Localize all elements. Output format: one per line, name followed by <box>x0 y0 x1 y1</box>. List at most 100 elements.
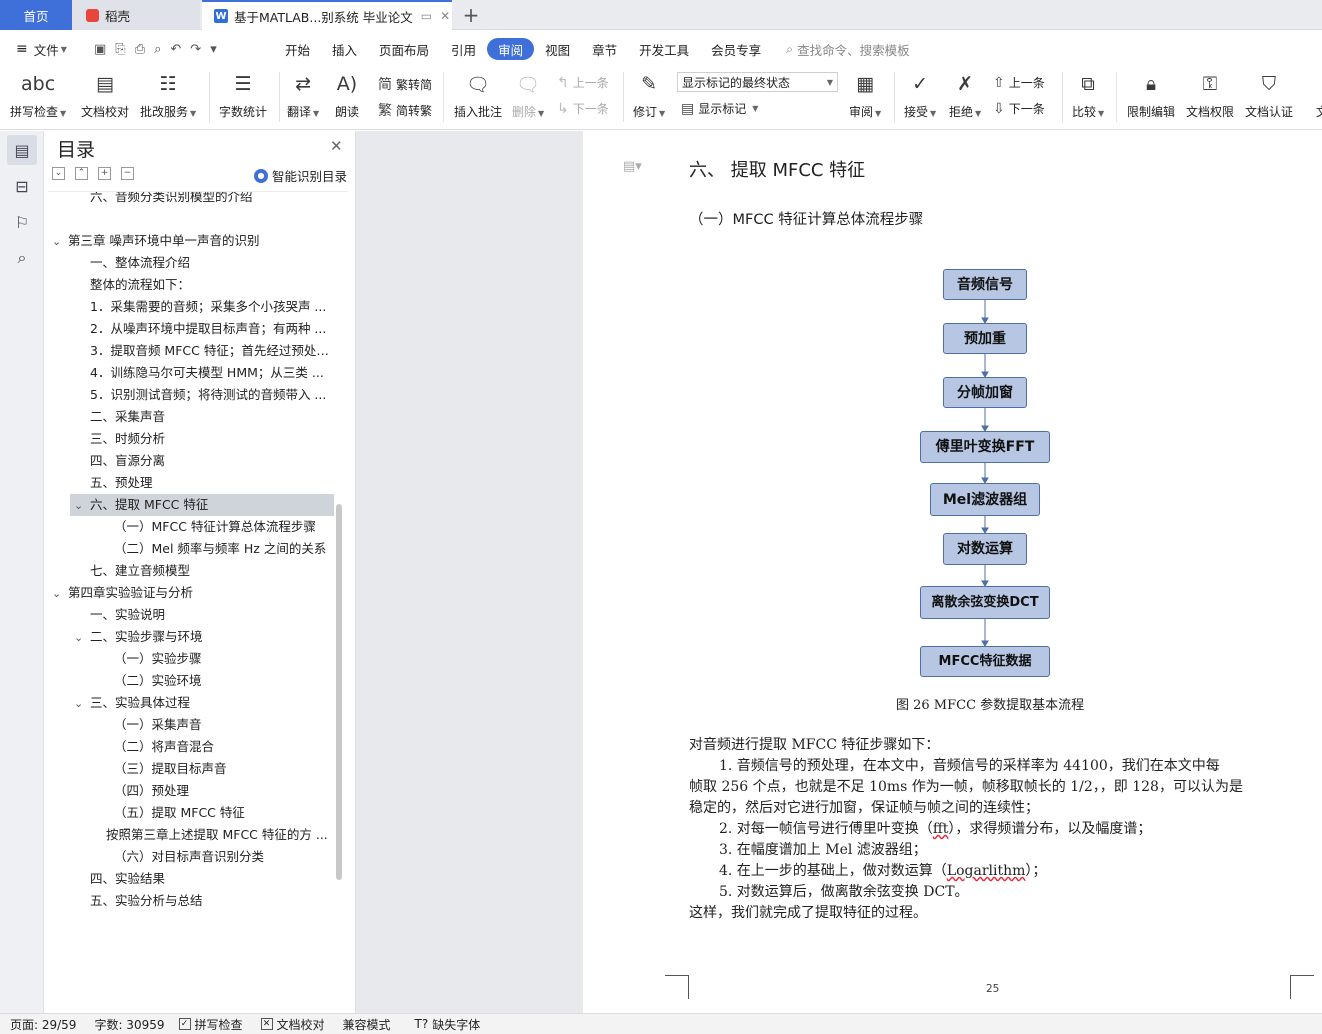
toc-item[interactable]: 2．从噪声环境中提取目标声音；有两种 ... <box>48 318 334 340</box>
menu-layout[interactable]: 页面布局 <box>368 38 440 60</box>
toc-item[interactable]: 3．提取音频 MFCC 特征；首先经过预处 ... <box>48 340 334 362</box>
menu-developer[interactable]: 开发工具 <box>628 38 700 60</box>
menu-section[interactable]: 章节 <box>581 38 628 60</box>
tab-document[interactable]: W 基于MATLAB...别系统 毕业论文 ▭ ✕ <box>202 0 452 30</box>
status-spell-check[interactable]: ✓ 拼写检查 <box>165 1016 243 1033</box>
toc-item[interactable]: ⌄ 第四章实验验证与分析 <box>48 582 334 604</box>
print-preview-icon[interactable]: ⌕ <box>154 42 161 57</box>
undo-icon[interactable]: ↶ <box>170 42 181 57</box>
search-icon[interactable]: ⌕ <box>7 243 37 273</box>
remove-heading-icon[interactable]: − <box>121 167 134 180</box>
trad-to-simp-button[interactable]: 简繁转简 <box>378 74 432 94</box>
toc-item[interactable]: 三、时频分析 <box>48 428 334 450</box>
toc-item[interactable]: （一）采集声音 <box>48 714 334 736</box>
delete-comment-button[interactable]: 🗨 删除 ▼ <box>512 70 544 120</box>
bookmark-icon[interactable]: ⚐ <box>7 207 37 237</box>
toc-item[interactable]: 1．采集需要的音频；采集多个小孩哭声 ... <box>48 296 334 318</box>
toc-item[interactable]: 5．识别测试音频；将待测试的音频带入 ... <box>48 384 334 406</box>
toc-item[interactable]: 一、整体流程介绍 <box>48 252 334 274</box>
toc-item[interactable]: （五）提取 MFCC 特征 <box>48 802 334 824</box>
expand-all-icon[interactable]: ⌄ <box>52 167 65 180</box>
toc-item[interactable]: 六、音频分类识别模型的介绍 <box>48 192 334 208</box>
paragraph-menu-icon[interactable]: ▤▾ <box>623 159 642 174</box>
prev-change-button[interactable]: ⇧ 上一条 <box>993 74 1045 91</box>
show-markup-button[interactable]: ▤ 显示标记 ▼ <box>681 100 758 117</box>
toc-item[interactable]: （一）实验步骤 <box>48 648 334 670</box>
tab-daoke[interactable]: 稻壳 <box>72 0 200 30</box>
toc-item[interactable]: ⌄ 二、实验步骤与环境 <box>48 626 334 648</box>
chapter-nav-icon[interactable]: ⊟ <box>7 171 37 201</box>
next-comment-button[interactable]: ↳ 下一条 <box>557 100 609 117</box>
menu-review[interactable]: 审阅 <box>487 38 535 60</box>
menu-member[interactable]: 会员专享 <box>700 38 772 60</box>
toc-item[interactable]: （三）提取目标声音 <box>48 758 334 780</box>
accept-button[interactable]: ✓ 接受 ▼ <box>904 70 936 120</box>
toc-item[interactable]: ⌄ 六、提取 MFCC 特征 <box>70 494 334 516</box>
simp-to-trad-button[interactable]: 繁简转繁 <box>378 100 432 120</box>
toc-item[interactable]: 二、采集声音 <box>48 406 334 428</box>
compare-button[interactable]: ⧉ 比较 ▼ <box>1072 70 1104 120</box>
toc-item[interactable]: 整体的流程如下： <box>48 274 334 296</box>
doc-permission-button[interactable]: ⚿ 文档权限 <box>1186 70 1234 120</box>
spell-check-button[interactable]: abc 拼写检查 ▼ <box>10 70 66 120</box>
chevron-down-icon[interactable]: ⌄ <box>74 627 90 648</box>
export-icon[interactable]: ⎘ <box>115 42 125 57</box>
menu-insert[interactable]: 插入 <box>321 38 368 60</box>
tab-home[interactable]: 首页 <box>0 0 72 30</box>
review-pane-button[interactable]: ▦ 审阅 ▼ <box>849 70 881 120</box>
add-heading-icon[interactable]: + <box>98 167 111 180</box>
toc-item[interactable]: 4．训练隐马尔可夫模型 HMM；从三类 ... <box>48 362 334 384</box>
doc-proof-button[interactable]: ▤ 文档校对 <box>81 70 129 120</box>
toc-item[interactable]: （六）对目标声音识别分类 <box>48 846 334 868</box>
batch-service-button[interactable]: ☷ 批改服务 ▼ <box>140 70 196 120</box>
toc-item[interactable]: 七、建立音频模型 <box>48 560 334 582</box>
toc-scrollbar[interactable] <box>336 504 342 880</box>
revise-button[interactable]: ✎ 修订 ▼ <box>633 70 665 120</box>
toc-item[interactable]: （二）将声音混合 <box>48 736 334 758</box>
toc-item[interactable]: 一、实验说明 <box>48 604 334 626</box>
chevron-down-icon[interactable]: ⌄ <box>74 495 90 516</box>
file-menu[interactable]: ≡ 文件 ▼ <box>0 40 88 59</box>
window-icon[interactable]: ▭ <box>421 9 432 23</box>
word-count-button[interactable]: ☰ 字数统计 <box>219 70 267 120</box>
redo-icon[interactable]: ↷ <box>190 42 201 57</box>
menu-view[interactable]: 视图 <box>534 38 581 60</box>
print-icon[interactable]: ⎙ <box>135 42 145 57</box>
status-doc-proof[interactable]: ✕ 文档校对 <box>243 1016 325 1033</box>
toc-item[interactable]: 五、预处理 <box>48 472 334 494</box>
close-tab-icon[interactable]: ✕ <box>440 9 450 23</box>
page-indicator[interactable]: 页面: 29/59 <box>0 1016 76 1033</box>
chevron-down-icon[interactable]: ⌄ <box>52 583 68 604</box>
toc-item[interactable]: ⌄ 第三章 噪声环境中单一声音的识别 <box>48 230 334 252</box>
close-icon[interactable]: ✕ <box>330 137 343 155</box>
toc-item[interactable]: （二）实验环境 <box>48 670 334 692</box>
toc-item[interactable]: 按照第三章上述提取 MFCC 特征的方 ... <box>48 824 334 846</box>
translate-button[interactable]: ⇄ 翻译 ▼ <box>287 70 319 120</box>
document-page[interactable]: ▤▾ 六、 提取 MFCC 特征 （一）MFCC 特征计算总体流程步骤 音频信号… <box>583 131 1322 1013</box>
reject-button[interactable]: ✗ 拒绝 ▼ <box>949 70 981 120</box>
toc-item[interactable]: 四、实验结果 <box>48 868 334 890</box>
chevron-down-icon[interactable]: ⌄ <box>74 693 90 714</box>
more-icon[interactable]: ▾ <box>210 42 217 57</box>
toc-item[interactable]: 四、盲源分离 <box>48 450 334 472</box>
toc-item[interactable]: （四）预处理 <box>48 780 334 802</box>
prev-comment-button[interactable]: ↰ 上一条 <box>557 74 609 91</box>
collapse-all-icon[interactable]: ⌃ <box>75 167 88 180</box>
menu-references[interactable]: 引用 <box>440 38 487 60</box>
new-tab-button[interactable]: + <box>458 0 484 30</box>
toc-panel-icon[interactable]: ▤ <box>7 135 37 165</box>
insert-comment-button[interactable]: 🗨 插入批注 <box>454 70 502 120</box>
toc-item[interactable]: ⌄ 三、实验具体过程 <box>48 692 334 714</box>
next-change-button[interactable]: ⇩ 下一条 <box>993 100 1045 117</box>
menu-start[interactable]: 开始 <box>274 38 321 60</box>
doc-cert-button[interactable]: ⛉ 文档认证 <box>1245 70 1293 120</box>
smart-toc-button[interactable]: ● 智能识别目录 <box>254 166 347 185</box>
read-aloud-button[interactable]: A) 朗读 <box>333 70 361 120</box>
toc-item[interactable]: （二）Mel 频率与频率 Hz 之间的关系 <box>48 538 334 560</box>
word-count-indicator[interactable]: 字数: 30959 <box>76 1016 164 1033</box>
toc-item[interactable]: （一）MFCC 特征计算总体流程步骤 <box>48 516 334 538</box>
toc-item[interactable]: 五、实验分析与总结 <box>48 890 334 912</box>
restrict-edit-button[interactable]: 🔒︎ 限制编辑 <box>1127 70 1175 120</box>
markup-state-select[interactable]: 显示标记的最终状态 ▼ <box>677 72 838 92</box>
ribbon-overflow-button[interactable]: 文 <box>1308 70 1322 120</box>
